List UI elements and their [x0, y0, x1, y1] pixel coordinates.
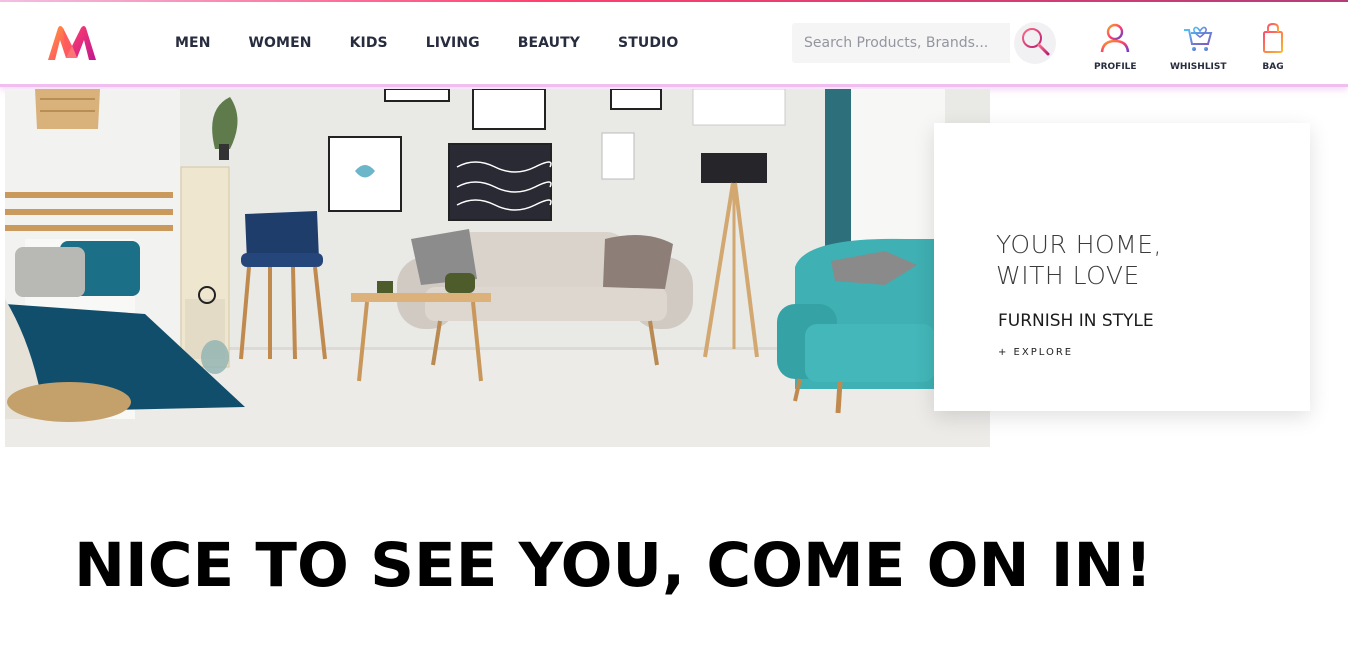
site-header: MEN WOMEN KIDS LIVING BEAUTY STUDIO Sear… [0, 2, 1348, 87]
search-input[interactable] [792, 23, 1010, 63]
promo-card: YOUR HOME, WITH LOVE FURNISH IN STYLE + … [934, 123, 1310, 411]
profile-button[interactable]: PROFILE [1094, 22, 1137, 72]
nav-item-studio[interactable]: STUDIO [618, 35, 678, 51]
main-nav: MEN WOMEN KIDS LIVING BEAUTY STUDIO [175, 2, 716, 84]
myntra-logo-icon[interactable] [46, 24, 98, 62]
profile-label: PROFILE [1094, 62, 1137, 72]
explore-link[interactable]: + EXPLORE [998, 347, 1073, 358]
bag-icon [1262, 22, 1284, 59]
welcome-heading: NICE TO SEE YOU, COME ON IN! [74, 530, 1153, 601]
search-button[interactable] [1014, 22, 1056, 64]
wishlist-icon [1182, 22, 1214, 59]
profile-icon [1099, 22, 1131, 59]
nav-item-kids[interactable]: KIDS [350, 35, 388, 51]
hero-living-room-image[interactable] [5, 89, 990, 447]
nav-item-men[interactable]: MEN [175, 35, 211, 51]
wishlist-button[interactable]: WHISHLIST [1170, 22, 1227, 72]
nav-item-beauty[interactable]: BEAUTY [518, 35, 580, 51]
promo-subtitle: FURNISH IN STYLE [998, 311, 1154, 331]
nav-item-women[interactable]: WOMEN [249, 35, 312, 51]
bag-label: BAG [1262, 62, 1284, 72]
search-icon [1018, 24, 1052, 63]
bag-button[interactable]: BAG [1262, 22, 1284, 72]
wishlist-label: WHISHLIST [1170, 62, 1227, 72]
nav-item-living[interactable]: LIVING [426, 35, 480, 51]
promo-title: YOUR HOME, WITH LOVE [996, 230, 1162, 290]
